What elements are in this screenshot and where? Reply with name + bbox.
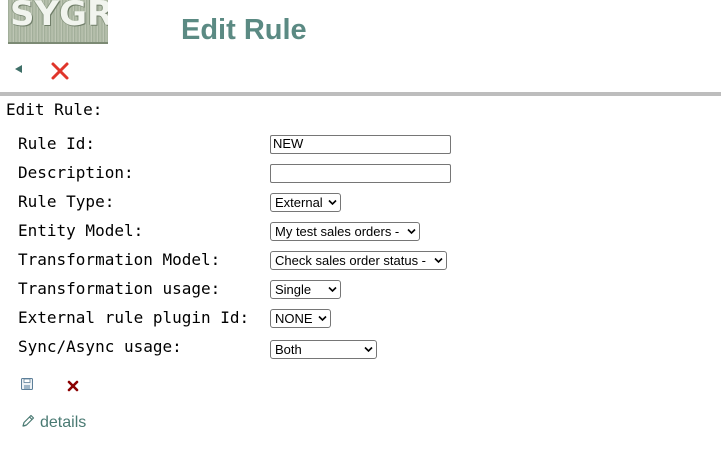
save-icon[interactable]	[21, 378, 33, 390]
cancel-icon[interactable]	[67, 380, 79, 392]
field-description: Description:	[0, 163, 721, 189]
form-heading: Edit Rule:	[6, 100, 103, 119]
pencil-icon	[22, 414, 35, 427]
transformation-model-label: Transformation Model:	[18, 250, 221, 269]
transformation-usage-select[interactable]: Single	[270, 280, 341, 299]
page-title: Edit Rule	[181, 14, 307, 46]
header-divider	[0, 92, 721, 96]
transformation-usage-label: Transformation usage:	[18, 279, 221, 298]
rule-type-value: External	[275, 195, 323, 210]
description-label: Description:	[18, 163, 134, 182]
close-icon[interactable]	[50, 61, 70, 81]
chevron-down-icon	[318, 315, 327, 322]
transformation-usage-value: Single	[275, 282, 312, 297]
sygr-logo: SYGR	[8, 0, 108, 44]
chevron-down-icon	[328, 199, 337, 206]
external-plugin-id-select[interactable]: NONE	[270, 309, 331, 328]
chevron-down-icon	[407, 228, 416, 235]
sync-async-usage-label: Sync/Async usage:	[18, 337, 182, 356]
app-header: SYGR Edit Rule	[0, 0, 721, 92]
rule-type-label: Rule Type:	[18, 192, 115, 211]
field-rule-type: Rule Type: External	[0, 192, 721, 218]
field-sync-async-usage: Sync/Async usage: Both	[0, 337, 721, 363]
field-external-plugin-id: External rule plugin Id: NONE	[0, 308, 721, 334]
external-plugin-id-value: NONE	[275, 311, 313, 326]
chevron-down-icon	[328, 286, 337, 293]
entity-model-label: Entity Model:	[18, 221, 144, 240]
rule-id-label: Rule Id:	[18, 134, 96, 153]
sync-async-usage-select[interactable]: Both	[270, 340, 377, 359]
transformation-model-value: Check sales order status -	[275, 253, 427, 268]
field-entity-model: Entity Model: My test sales orders -	[0, 221, 721, 247]
field-rule-id: Rule Id: NEW	[0, 134, 721, 160]
details-label: details	[40, 414, 87, 431]
entity-model-value: My test sales orders -	[275, 224, 400, 239]
transformation-model-select[interactable]: Check sales order status -	[270, 251, 447, 270]
chevron-down-icon	[364, 346, 373, 353]
rule-type-select[interactable]: External	[270, 193, 341, 212]
field-transformation-usage: Transformation usage: Single	[0, 279, 721, 305]
entity-model-select[interactable]: My test sales orders -	[270, 222, 420, 241]
external-plugin-id-label: External rule plugin Id:	[18, 308, 250, 327]
back-arrow-icon[interactable]	[13, 63, 25, 75]
sync-async-usage-value: Both	[275, 342, 302, 357]
description-input[interactable]	[270, 164, 451, 183]
details-link[interactable]: details	[20, 413, 86, 432]
rule-id-input[interactable]: NEW	[270, 135, 451, 154]
logo-text: SYGR	[10, 0, 108, 34]
chevron-down-icon	[434, 257, 443, 264]
field-transformation-model: Transformation Model: Check sales order …	[0, 250, 721, 276]
